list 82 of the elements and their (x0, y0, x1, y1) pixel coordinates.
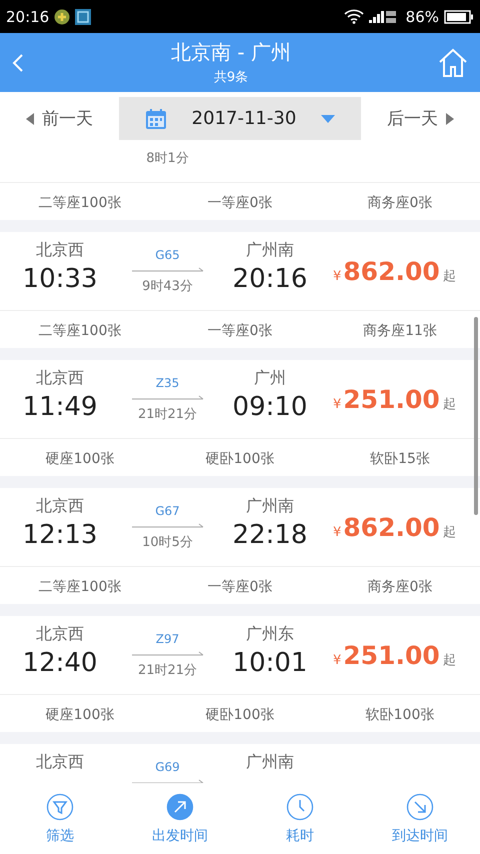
train-card[interactable]: 北京西 12:13 G67 10时5分 广州南 22:18 ¥862.00 起 二等座100张 一等座0张 商务座0张 (0, 488, 480, 604)
ticket-price: 251.00 (343, 640, 440, 670)
ticket-price: 251.00 (343, 384, 440, 414)
travel-duration: 10时5分 (142, 534, 193, 551)
next-day-button[interactable]: 后一天 (361, 107, 480, 130)
seat-availability: 一等座0张 (206, 322, 274, 340)
departure-station: 北京西 (36, 368, 84, 389)
arrival-station: 广州南 (246, 752, 294, 773)
arrow-line (132, 779, 204, 783)
arrow-line (132, 523, 204, 528)
train-number: Z97 (156, 632, 180, 648)
left-triangle-icon (26, 112, 34, 124)
train-card[interactable]: 北京西 11:49 Z35 21时21分 广州 09:10 ¥251.00 起 硬座100张 硬卧100张 软卧15张 (0, 360, 480, 476)
arrival-time: 09:10 (232, 391, 308, 424)
price-from-label: 起 (442, 524, 456, 540)
departure-time: 10:33 (22, 263, 98, 296)
seat-availability: 二等座100张 (38, 322, 122, 340)
back-icon[interactable] (12, 52, 24, 72)
departure-time: 12:13 (22, 519, 98, 552)
arrival-station: 广州南 (246, 240, 294, 261)
seat-availability: 软卧100张 (364, 706, 436, 724)
seat-availability: 硬卧100张 (204, 706, 276, 724)
travel-duration: 21时21分 (138, 662, 198, 679)
date-picker[interactable]: 2017-11-30 (119, 97, 361, 140)
arrow-line (132, 267, 204, 272)
train-card[interactable]: 北京西 12:40 Z97 21时21分 广州东 10:01 ¥251.00 起 硬座100张 硬卧100张 软卧100张 (0, 616, 480, 732)
currency-symbol: ¥ (333, 524, 342, 540)
arrival-station: 广州 (254, 368, 286, 389)
dropdown-caret-icon (320, 114, 335, 122)
train-number: Z35 (156, 376, 180, 392)
seat-availability: 硬卧100张 (204, 450, 276, 468)
departure-station: 北京西 (36, 240, 84, 261)
departure-station: 北京西 (36, 496, 84, 517)
seat-availability: 商务座11张 (362, 322, 438, 340)
calendar-icon (145, 108, 168, 130)
arrival-time: 20:16 (232, 263, 308, 296)
result-count: 共9条 (214, 69, 248, 86)
travel-duration: 21时21分 (138, 406, 198, 423)
seat-availability: 一等座0张 (206, 578, 274, 596)
arrow-line (132, 651, 204, 656)
price-from-label: 起 (442, 268, 456, 284)
train-number: G69 (155, 760, 180, 776)
price-from-label: 起 (442, 652, 456, 668)
status-time: 20:16 (6, 8, 50, 26)
currency-symbol: ¥ (333, 396, 342, 412)
arrival-station: 广州东 (246, 624, 294, 645)
right-triangle-icon (446, 112, 454, 124)
departure-time: 11:49 (22, 391, 98, 424)
seat-availability: 硬座100张 (44, 706, 116, 724)
app-notification-icon (54, 8, 70, 24)
train-card[interactable]: 北京西 10:33 G65 9时43分 广州南 20:16 ¥862.00 起 二等座100张 一等座0张 商务座11张 (0, 232, 480, 348)
seat-availability: 二等座100张 (38, 194, 122, 212)
wifi-icon (344, 9, 364, 24)
currency-symbol: ¥ (333, 268, 342, 284)
departure-station: 北京西 (36, 752, 84, 773)
arrival-time: 22:18 (232, 519, 308, 552)
currency-symbol: ¥ (333, 652, 342, 668)
previous-day-button[interactable]: 前一天 (0, 107, 119, 130)
arrow-line (132, 395, 204, 400)
page-title: 北京南 - 广州 (171, 39, 291, 66)
arrival-station: 广州南 (246, 496, 294, 517)
seat-availability: 硬座100张 (44, 450, 116, 468)
signal-icon (368, 10, 397, 24)
departure-station: 北京西 (36, 624, 84, 645)
ticket-price: 862.00 (343, 256, 440, 286)
seat-availability: 一等座0张 (206, 194, 274, 212)
train-number: G67 (155, 504, 180, 520)
seat-availability: 商务座0张 (366, 578, 434, 596)
arrival-time: 10:01 (232, 647, 308, 680)
ticket-price: 862.00 (343, 512, 440, 542)
price-from-label: 起 (442, 396, 456, 412)
battery-icon (444, 10, 474, 24)
seat-availability: 软卧15张 (369, 450, 431, 468)
seat-availability: 商务座0张 (366, 194, 434, 212)
home-icon[interactable] (438, 48, 468, 78)
screenshot-notification-icon (75, 8, 92, 24)
travel-duration: 9时43分 (142, 278, 193, 295)
departure-time: 12:40 (22, 647, 98, 680)
train-number: G65 (155, 248, 180, 264)
travel-duration: 8时1分 (146, 150, 189, 167)
seat-availability: 二等座100张 (38, 578, 122, 596)
battery-percent: 86% (406, 8, 439, 26)
